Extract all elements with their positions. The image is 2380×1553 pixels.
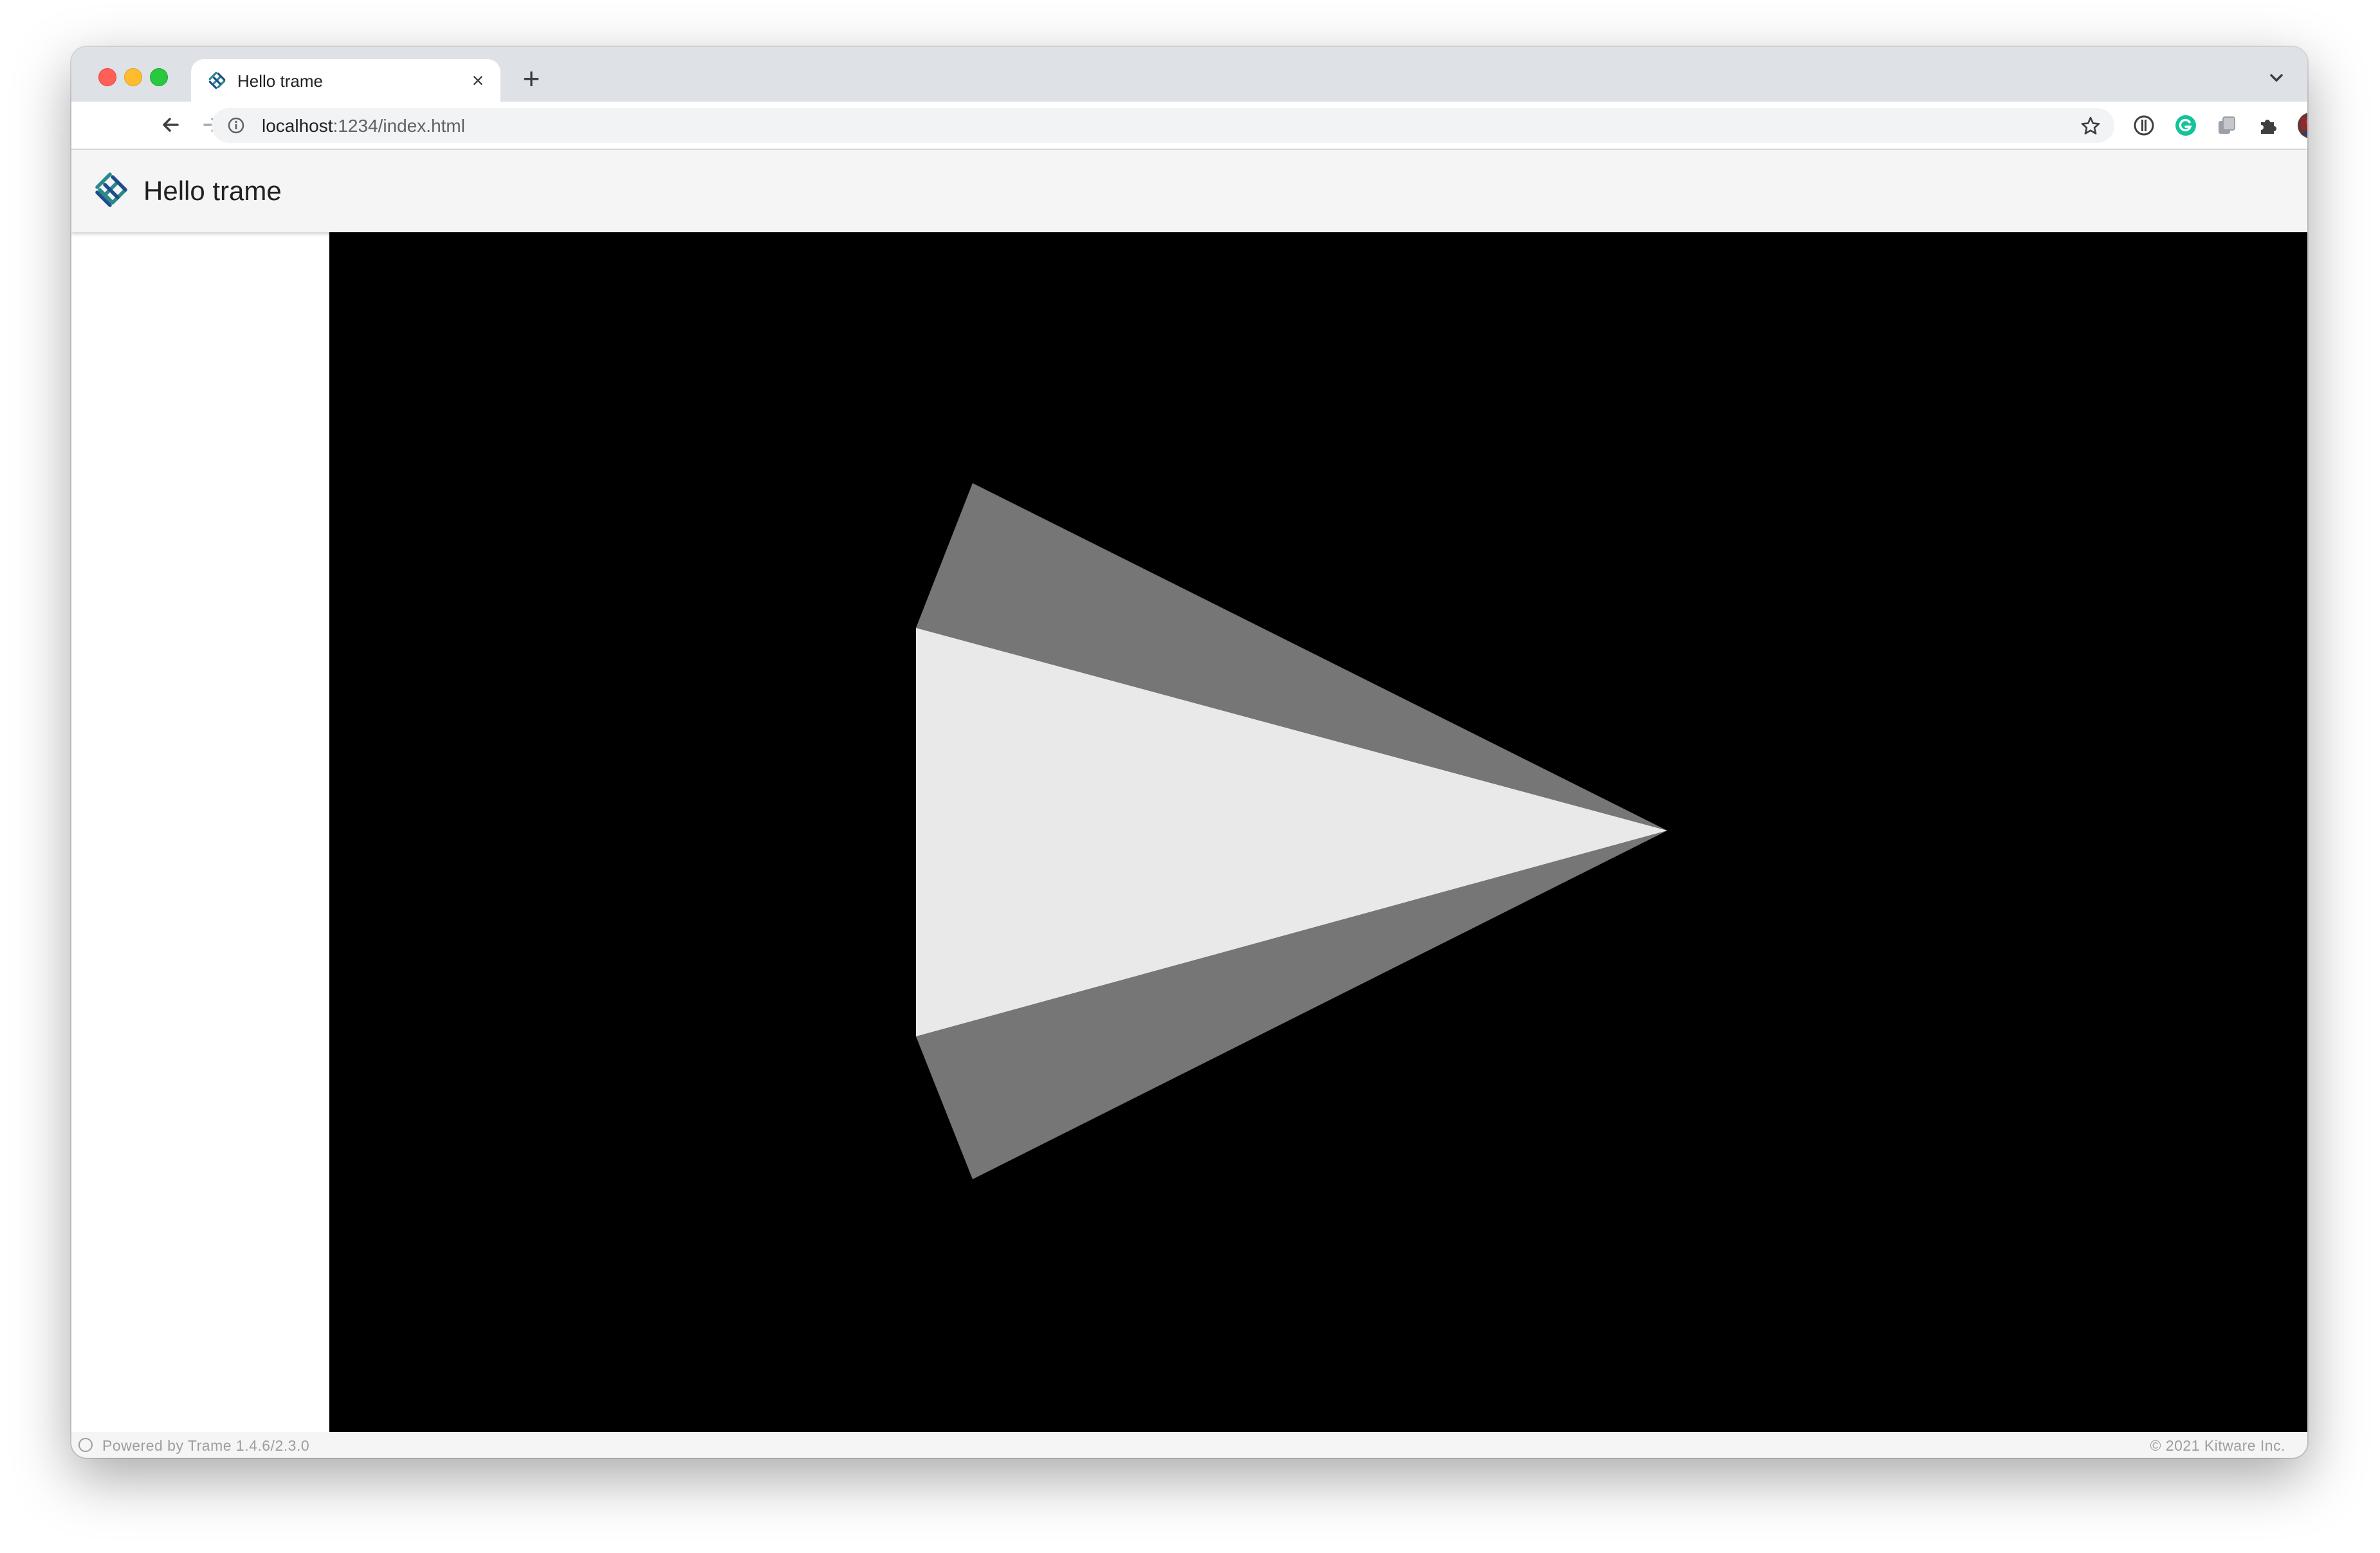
url-host: localhost xyxy=(262,116,333,136)
cone-render xyxy=(916,483,1667,1179)
arrow-left-icon xyxy=(163,118,179,132)
side-drawer xyxy=(71,232,329,1432)
password-manager-icon[interactable] xyxy=(2132,113,2156,138)
tab-hello-trame[interactable]: Hello trame × xyxy=(191,59,500,102)
trame-logo-icon xyxy=(206,69,228,91)
back-button[interactable] xyxy=(158,112,184,138)
tab-copy-icon[interactable] xyxy=(2215,113,2239,138)
address-bar[interactable]: localhost:1234/index.html xyxy=(212,108,2114,143)
vtk-render-view[interactable] xyxy=(329,232,2307,1432)
trame-app: Hello trame Powered by Trame 1.4.6/2.3.0… xyxy=(71,150,2307,1458)
app-toolbar: Hello trame xyxy=(71,150,2307,232)
window-close-button[interactable] xyxy=(98,68,116,86)
tab-strip: Hello trame × + xyxy=(71,47,2307,102)
puzzle-icon[interactable] xyxy=(2256,113,2280,138)
url-text[interactable]: localhost:1234/index.html xyxy=(262,116,465,136)
app-title: Hello trame xyxy=(143,176,282,206)
star-icon[interactable] xyxy=(2080,115,2101,137)
new-tab-button[interactable]: + xyxy=(515,62,547,95)
window-minimize-button[interactable] xyxy=(124,68,142,86)
browser-window: Hello trame × + localhost:1234/index.htm… xyxy=(71,47,2307,1458)
trame-logo-icon xyxy=(92,169,133,210)
chevron-down-icon[interactable] xyxy=(2265,66,2288,89)
tab-title: Hello trame xyxy=(237,71,323,91)
grammarly-icon[interactable] xyxy=(2174,113,2198,138)
avatar[interactable] xyxy=(2297,112,2307,139)
window-maximize-button[interactable] xyxy=(150,68,168,86)
copyright-text: © 2021 Kitware Inc. xyxy=(2150,1437,2285,1454)
app-footer: Powered by Trame 1.4.6/2.3.0 © 2021 Kitw… xyxy=(71,1432,2307,1458)
info-icon[interactable] xyxy=(227,116,245,134)
powered-by-text: Powered by Trame 1.4.6/2.3.0 xyxy=(102,1437,310,1454)
browser-toolbar: localhost:1234/index.html xyxy=(71,102,2307,150)
close-tab-button[interactable]: × xyxy=(466,68,490,93)
url-path: :1234/index.html xyxy=(333,116,465,136)
trame-status-icon xyxy=(78,1437,93,1453)
